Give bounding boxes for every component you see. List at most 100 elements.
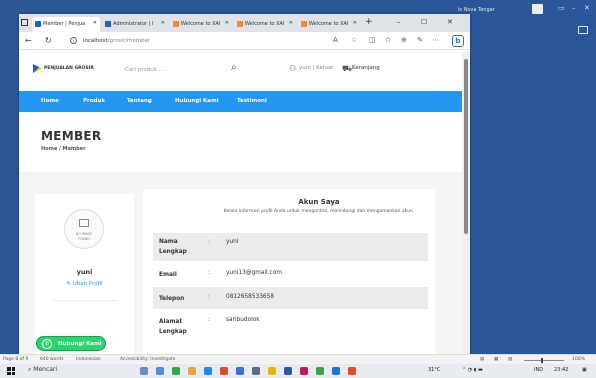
row-value: 0812658533658 <box>226 294 274 300</box>
search-input[interactable]: Cari produk ... <box>119 62 249 78</box>
tab-member[interactable]: Member | Penjua ✕ <box>32 17 100 32</box>
tab-close-icon[interactable]: ✕ <box>353 20 357 26</box>
edge-icon[interactable] <box>204 367 212 375</box>
favorites-icon[interactable]: ✩ <box>385 36 391 44</box>
tab-welcome-3[interactable]: Welcome to XAI ✕ <box>298 17 360 32</box>
windows-start-icon[interactable] <box>7 367 15 375</box>
taskbar-search[interactable]: ⌕ Mencari <box>28 366 57 374</box>
cart-label: Keranjang <box>352 65 380 71</box>
app-icon[interactable] <box>220 367 228 375</box>
profile-card: NO IMAGE FOUND yuni ✎ Ubah Profil <box>35 194 134 356</box>
restore-icon[interactable]: ▭ <box>558 4 565 12</box>
read-mode-icon[interactable]: ▤ <box>480 357 484 362</box>
favicon-icon <box>237 21 243 27</box>
tab-close-icon[interactable]: ✕ <box>225 20 229 26</box>
url-path: /grosir/member <box>107 38 151 44</box>
clock[interactable]: 23:42 <box>554 367 568 373</box>
language-indicator[interactable]: IND <box>534 367 543 373</box>
username[interactable]: yuni <box>299 65 311 71</box>
whatsapp-icon: ✆ <box>42 339 52 349</box>
search-icon[interactable]: ⌕ <box>231 62 237 73</box>
favicon-icon <box>35 21 41 27</box>
app-icon[interactable] <box>316 367 324 375</box>
tab-welcome-2[interactable]: Welcome to XAI ✕ <box>234 17 296 32</box>
app-icon[interactable] <box>252 367 260 375</box>
notification-icon[interactable]: ▣ <box>582 367 587 373</box>
zoom-level[interactable]: 100% <box>572 357 585 362</box>
account-subtitle: Kelola informasi profil Anda untuk mengo… <box>223 209 415 214</box>
print-layout-icon[interactable]: ▦ <box>494 357 498 362</box>
app-icon[interactable] <box>300 367 308 375</box>
app-icon[interactable] <box>172 367 180 375</box>
file-explorer-icon[interactable] <box>188 367 196 375</box>
user-icon: ⚇ <box>289 64 297 73</box>
tab-close-icon[interactable]: ✕ <box>93 20 97 26</box>
tab-close-icon[interactable]: ✕ <box>161 20 165 26</box>
collections-icon[interactable]: ⊕ <box>401 36 407 44</box>
cart-link[interactable]: ⛟ Keranjang <box>342 64 380 73</box>
table-row: Alamat Lengkap : saribudolok <box>153 311 428 341</box>
row-value: yuni13@gmail.com <box>226 270 282 276</box>
language-status[interactable]: Indonesian <box>76 357 101 362</box>
page-scrollbar[interactable] <box>462 51 470 356</box>
tab-welcome-1[interactable]: Welcome to XAI ✕ <box>170 17 232 32</box>
read-aloud-icon[interactable]: A <box>333 36 338 44</box>
url-field[interactable]: i localhost/grosir/member <box>67 35 357 47</box>
tab-administrator[interactable]: Administrator | I ✕ <box>102 17 168 32</box>
app-icon[interactable] <box>332 367 340 375</box>
accessibility-status[interactable]: Accessibility: Investigate <box>120 357 175 362</box>
table-row: Telepon : 0812658533658 <box>153 287 428 309</box>
row-value: saribudolok <box>226 317 260 323</box>
edit-profile-label: Ubah Profil <box>72 281 103 287</box>
new-tab-icon[interactable]: + <box>365 17 373 27</box>
back-icon[interactable]: ← <box>25 36 32 45</box>
tab-actions-icon[interactable] <box>21 19 28 26</box>
split-screen-icon[interactable]: ◫ <box>369 36 376 44</box>
nav-testimoni[interactable]: Testimoni <box>237 98 267 104</box>
nav-home[interactable]: Home <box>41 98 59 104</box>
site-logo[interactable]: PENJUALAN GROSIR <box>33 64 94 73</box>
app-icon[interactable] <box>236 367 244 375</box>
page-count[interactable]: Page 8 of 9 <box>3 357 28 362</box>
extensions-icon[interactable]: ✎ <box>417 36 423 44</box>
app-icon[interactable] <box>348 367 356 375</box>
word-icon[interactable] <box>284 367 292 375</box>
minimize-icon[interactable]: – <box>572 4 576 12</box>
app-icon[interactable] <box>268 367 276 375</box>
word-count[interactable]: 640 words <box>40 357 63 362</box>
comments-icon[interactable] <box>578 26 588 34</box>
weather[interactable]: 31°C <box>428 367 440 373</box>
minimize-icon[interactable]: – <box>397 18 401 26</box>
zoom-slider-handle[interactable] <box>541 358 543 363</box>
row-label: Telepon <box>159 296 185 302</box>
tab-close-icon[interactable]: ✕ <box>289 20 293 26</box>
bing-icon[interactable]: b <box>452 35 464 47</box>
no-image-text-2: FOUND <box>78 237 90 241</box>
edit-profile-link[interactable]: ✎ Ubah Profil <box>35 281 134 287</box>
nav-hubungi-kami[interactable]: Hubungi Kami <box>175 98 219 104</box>
scrollbar-thumb[interactable] <box>464 59 468 234</box>
whatsapp-contact-button[interactable]: ✆ Hubungi Kami <box>36 336 106 351</box>
web-layout-icon[interactable]: ▥ <box>508 357 512 362</box>
close-icon[interactable]: ✕ <box>447 18 453 26</box>
zoom-slider[interactable] <box>524 360 564 361</box>
nav-produk[interactable]: Produk <box>83 98 105 104</box>
page-title: MEMBER <box>41 129 102 143</box>
favicon-icon <box>173 21 179 27</box>
tab-bar: Member | Penjua ✕ Administrator | I ✕ We… <box>19 14 470 32</box>
nav-tentang[interactable]: Tentang <box>127 98 152 104</box>
account-avatar-icon <box>532 4 543 14</box>
taskview-icon[interactable] <box>140 367 148 375</box>
favicon-icon <box>105 21 111 27</box>
user-menu[interactable]: ⚇ yuni | Keluar <box>289 64 334 73</box>
tray-icons[interactable]: ⌃ ◔ ◖ ▬ <box>462 367 483 373</box>
more-icon[interactable]: ⋯ <box>432 36 439 44</box>
logout-link[interactable]: Keluar <box>316 65 333 71</box>
app-icon[interactable] <box>156 367 164 375</box>
favorite-star-icon[interactable]: ☆ <box>351 36 357 44</box>
refresh-icon[interactable]: ↻ <box>45 36 52 45</box>
site-info-icon[interactable]: i <box>70 37 77 44</box>
content-area: NO IMAGE FOUND yuni ✎ Ubah Profil Akun S… <box>19 172 462 356</box>
maximize-icon[interactable]: ☐ <box>421 18 427 26</box>
close-icon[interactable]: ✕ <box>584 4 590 12</box>
